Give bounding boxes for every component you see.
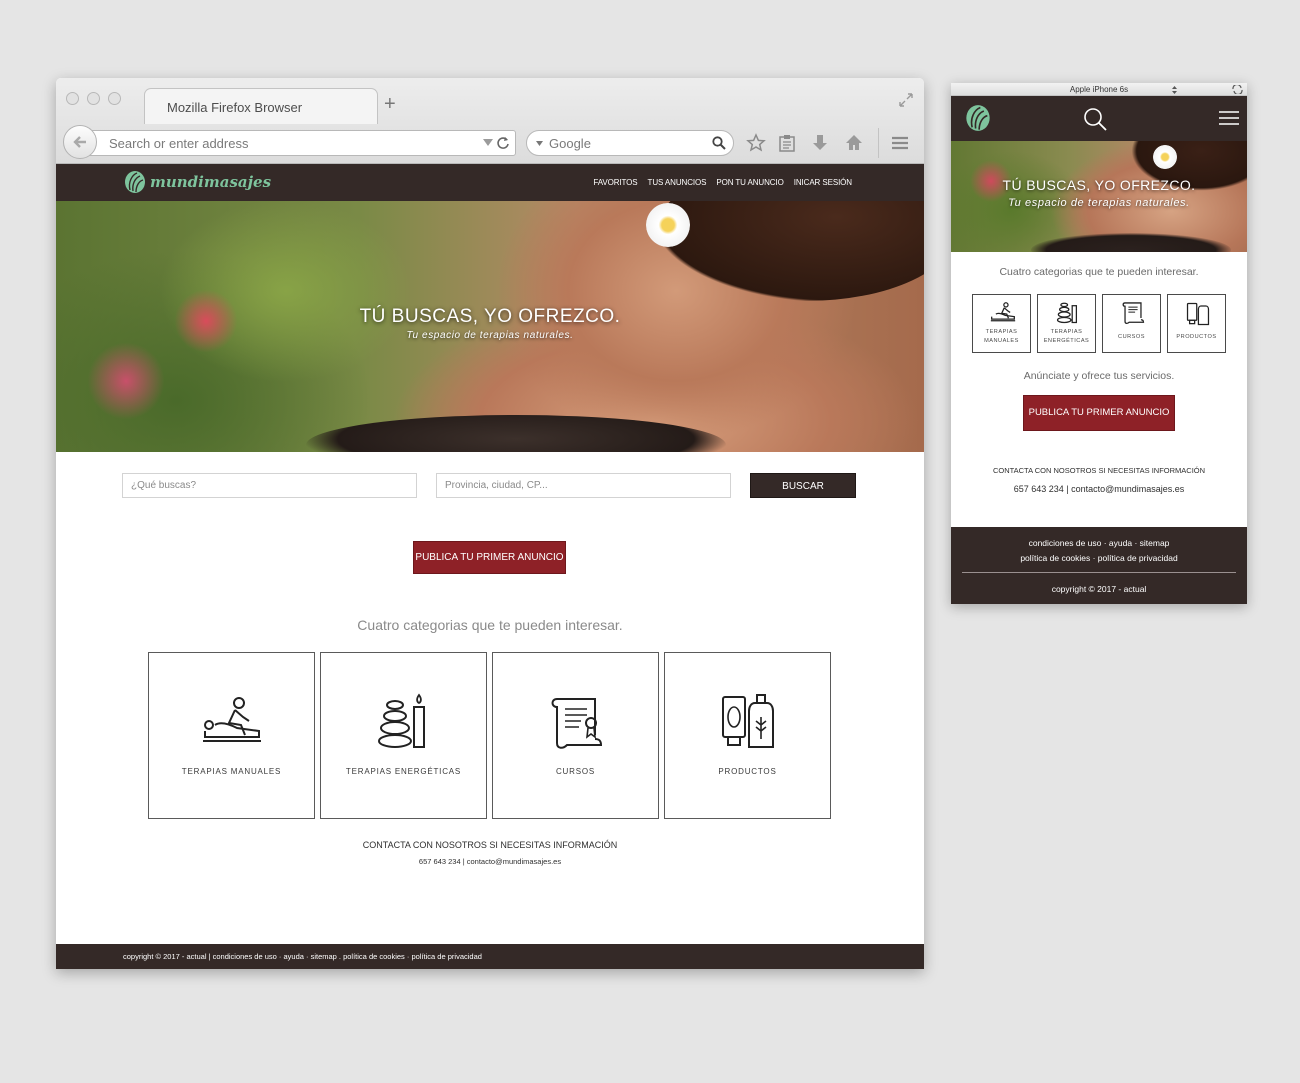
- category-label: TERAPIAS MANUALES: [984, 329, 1019, 344]
- leaf-logo-icon: [125, 171, 145, 193]
- device-title: Apple iPhone 6s: [1069, 85, 1129, 94]
- toolbar-divider: [878, 128, 879, 158]
- category-label: CURSOS: [555, 767, 596, 776]
- tab-title: Mozilla Firefox Browser: [167, 100, 303, 115]
- contact-details[interactable]: 657 643 234 | contacto@mundimasajes.es: [56, 857, 924, 866]
- back-arrow-icon: [73, 136, 86, 148]
- search-bar[interactable]: Google: [526, 130, 734, 156]
- category-card-terapias-energeticas[interactable]: TERAPIAS ENERGÉTICAS: [1037, 294, 1096, 353]
- logo-text: mundimasajes: [150, 173, 272, 191]
- maximize-window-button[interactable]: [108, 92, 121, 105]
- footer-links-line1[interactable]: condiciones de uso · ayuda · sitemap: [951, 538, 1247, 548]
- mobile-hero: TÚ BUSCAS, YO OFREZCO. Tu espacio de ter…: [951, 141, 1247, 252]
- reading-list-icon[interactable]: [777, 133, 797, 153]
- reload-icon[interactable]: [496, 136, 510, 150]
- contact-title: CONTACTA CON NOSOTROS SI NECESITAS INFOR…: [992, 466, 1206, 475]
- hero-title: TÚ BUSCAS, YO OFREZCO.: [359, 306, 621, 327]
- stones-candle-icon: [378, 693, 425, 748]
- home-icon[interactable]: [844, 133, 864, 153]
- search-placeholder: Google: [549, 136, 591, 151]
- device-select-arrows-icon[interactable]: [1172, 86, 1177, 94]
- category-label: TERAPIAS ENERGÉTICAS: [345, 767, 462, 776]
- categories-heading: Cuatro categorias que te pueden interesa…: [999, 266, 1199, 278]
- leaf-logo-icon[interactable]: [965, 104, 991, 132]
- cta-text: Anúnciate y ofrece tus servicios.: [1023, 370, 1175, 382]
- bottles-icon: [1186, 302, 1210, 326]
- footer-links-line2[interactable]: política de cookies · política de privac…: [951, 553, 1247, 563]
- search-icon[interactable]: [712, 136, 726, 150]
- publish-ad-button[interactable]: PUBLICA TU PRIMER ANUNCIO: [1023, 395, 1175, 431]
- website-content: mundimasajes FAVORITOS TUS ANUNCIOS PON …: [56, 164, 924, 969]
- category-card-productos[interactable]: PRODUCTOS: [664, 652, 831, 819]
- hero-title: TÚ BUSCAS, YO OFREZCO.: [1002, 177, 1196, 193]
- contact-details[interactable]: 657 643 234 | contacto@mundimasajes.es: [951, 484, 1247, 494]
- footer-links[interactable]: copyright © 2017 - actual | condiciones …: [123, 952, 482, 961]
- fullscreen-icon[interactable]: [898, 92, 914, 108]
- address-placeholder: Search or enter address: [109, 136, 249, 151]
- browser-tab[interactable]: Mozilla Firefox Browser: [144, 88, 378, 124]
- new-tab-plus-icon[interactable]: +: [384, 94, 396, 114]
- copyright: copyright © 2017 - actual: [1051, 584, 1147, 594]
- dropdown-arrow-icon[interactable]: [483, 139, 493, 147]
- site-navbar: mundimasajes FAVORITOS TUS ANUNCIOS PON …: [56, 164, 924, 201]
- category-card-terapias-energeticas[interactable]: TERAPIAS ENERGÉTICAS: [320, 652, 487, 819]
- category-label: TERAPIAS ENERGÉTICAS: [1043, 329, 1090, 344]
- nav-tus-anuncios[interactable]: TUS ANUNCIOS: [648, 178, 707, 187]
- what-search-input[interactable]: ¿Qué buscas?: [122, 473, 417, 498]
- hamburger-menu-icon[interactable]: [1219, 111, 1239, 125]
- stones-candle-icon: [1056, 302, 1078, 324]
- bookmark-star-icon[interactable]: [746, 133, 766, 153]
- minimize-window-button[interactable]: [87, 92, 100, 105]
- desktop-browser-window: Mozilla Firefox Browser + Search or ente…: [56, 78, 924, 969]
- hero-photo-hair: [656, 201, 924, 301]
- mobile-navbar: [951, 96, 1247, 141]
- back-button[interactable]: [63, 125, 97, 159]
- address-bar[interactable]: Search or enter address: [86, 130, 516, 156]
- nav-pon-tu-anuncio[interactable]: PON TU ANUNCIO: [716, 178, 783, 187]
- rotate-device-icon[interactable]: [1232, 85, 1243, 94]
- category-card-productos[interactable]: PRODUCTOS: [1167, 294, 1226, 353]
- category-label: CURSOS: [1118, 334, 1145, 340]
- massage-icon: [990, 302, 1016, 322]
- footer-divider: [962, 572, 1236, 573]
- category-label: TERAPIAS MANUALES: [181, 767, 282, 776]
- category-card-terapias-manuales[interactable]: TERAPIAS MANUALES: [148, 652, 315, 819]
- download-icon[interactable]: [810, 133, 830, 153]
- site-footer: copyright © 2017 - actual | condiciones …: [56, 944, 924, 969]
- hero-photo-flower: [1153, 145, 1177, 169]
- categories-heading: Cuatro categorias que te pueden interesa…: [357, 617, 623, 633]
- close-window-button[interactable]: [66, 92, 79, 105]
- category-card-terapias-manuales[interactable]: TERAPIAS MANUALES: [972, 294, 1031, 353]
- nav-iniciar-sesion[interactable]: INICAR SESIÓN: [794, 178, 852, 187]
- device-bar: Apple iPhone 6s: [951, 83, 1247, 96]
- hero-subtitle: Tu espacio de terapias naturales.: [406, 330, 574, 341]
- bottles-icon: [722, 694, 774, 748]
- hero-subtitle: Tu espacio de terapias naturales.: [1008, 197, 1190, 209]
- contact-title: CONTACTA CON NOSOTROS SI NECESITAS INFOR…: [362, 840, 618, 850]
- massage-icon: [203, 697, 261, 742]
- menu-icon[interactable]: [890, 133, 910, 153]
- search-icon[interactable]: [1083, 107, 1107, 131]
- category-label: PRODUCTOS: [1176, 334, 1217, 340]
- browser-toolbar: Mozilla Firefox Browser + Search or ente…: [56, 78, 924, 164]
- mobile-footer: condiciones de uso · ayuda · sitemap pol…: [951, 527, 1247, 604]
- hero-banner: TÚ BUSCAS, YO OFREZCO. Tu espacio de ter…: [56, 201, 924, 452]
- hero-photo-flower: [646, 203, 690, 247]
- hero-photo-stones: [306, 415, 726, 452]
- mobile-preview: Apple iPhone 6s TÚ BUSCAS, YO OFREZCO. T…: [951, 83, 1247, 604]
- search-button[interactable]: BUSCAR: [750, 473, 856, 498]
- site-logo[interactable]: mundimasajes: [124, 170, 271, 194]
- category-card-cursos[interactable]: CURSOS: [492, 652, 659, 819]
- diploma-scroll-icon: [551, 698, 603, 749]
- site-nav-links: FAVORITOS TUS ANUNCIOS PON TU ANUNCIO IN…: [593, 178, 852, 187]
- publish-ad-button[interactable]: PUBLICA TU PRIMER ANUNCIO: [413, 541, 566, 574]
- location-search-input[interactable]: Provincia, ciudad, CP...: [436, 473, 731, 498]
- search-engine-dropdown-icon[interactable]: [536, 141, 543, 147]
- hero-photo-stones: [1031, 233, 1231, 252]
- nav-favoritos[interactable]: FAVORITOS: [593, 178, 637, 187]
- diploma-scroll-icon: [1122, 302, 1145, 325]
- category-label: PRODUCTOS: [718, 767, 777, 776]
- category-card-cursos[interactable]: CURSOS: [1102, 294, 1161, 353]
